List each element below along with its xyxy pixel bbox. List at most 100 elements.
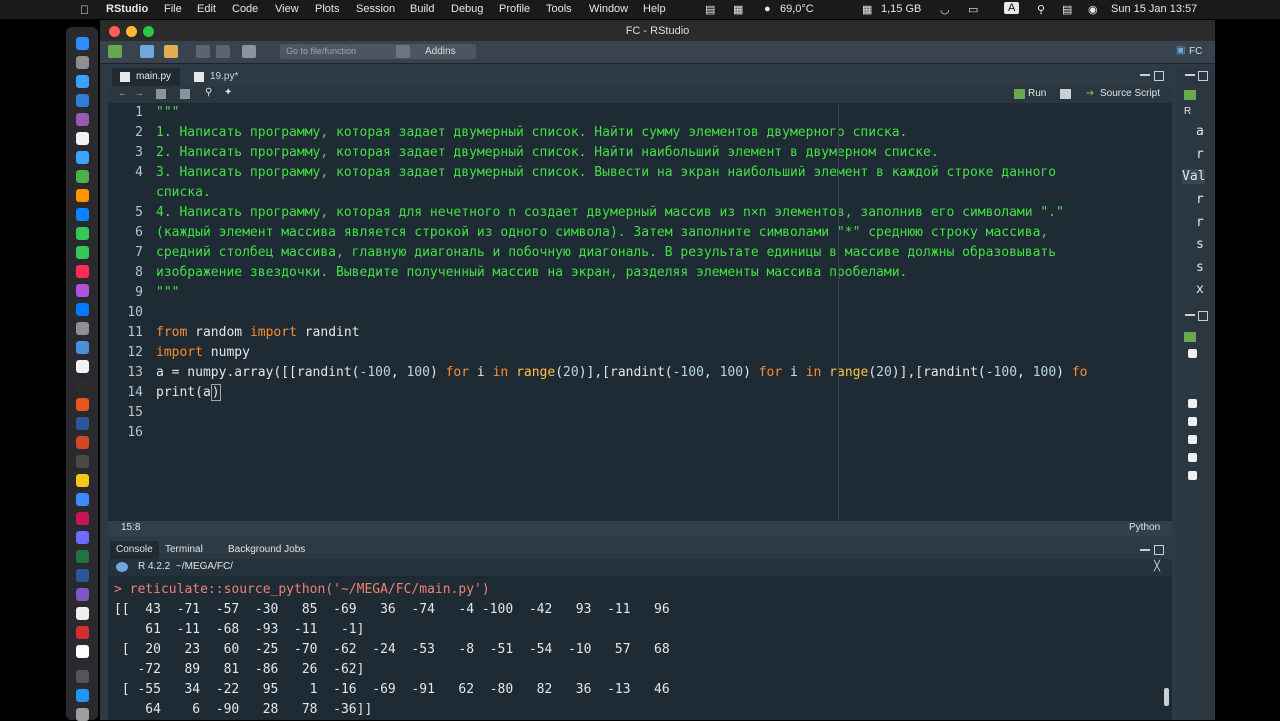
zoom-window-button[interactable] [143, 26, 154, 37]
new-file-icon[interactable] [108, 45, 122, 58]
app-icon[interactable] [76, 208, 89, 221]
app-icon[interactable] [76, 689, 89, 702]
app-icon[interactable] [76, 588, 89, 601]
search-icon[interactable]: ⚲ [205, 87, 212, 98]
app-icon[interactable] [76, 626, 89, 639]
minimize-pane-icon[interactable] [1140, 549, 1150, 551]
new-project-icon[interactable] [140, 45, 154, 58]
menu-app-name[interactable]: RStudio [106, 3, 148, 15]
mail-icon[interactable] [76, 94, 89, 107]
app-icon[interactable] [76, 645, 89, 658]
menu-profile[interactable]: Profile [499, 3, 530, 15]
apple-icon[interactable]:  [80, 3, 89, 17]
magic-wand-icon[interactable]: ✦ [224, 87, 232, 98]
menu-edit[interactable]: Edit [197, 3, 216, 15]
clock[interactable]: Sun 15 Jan 13:57 [1111, 3, 1197, 15]
downloads-icon[interactable] [76, 670, 89, 683]
checkbox[interactable] [1188, 435, 1197, 444]
checkbox[interactable] [1188, 471, 1197, 480]
rstudio-icon[interactable] [76, 341, 89, 354]
battery-icon[interactable]: ▭ [968, 3, 978, 16]
maximize-pane-icon[interactable] [1198, 71, 1208, 81]
status-memory[interactable]: 1,15 GB [881, 3, 921, 15]
code-editor[interactable]: 1 2 3 4 5 6 7 8 9 10 11 12 13 14 15 16 "… [108, 103, 1172, 521]
word-icon[interactable] [76, 417, 89, 430]
new-folder-icon[interactable] [1184, 332, 1196, 342]
music-icon[interactable] [76, 265, 89, 278]
minimize-pane-icon[interactable] [1185, 74, 1195, 76]
save-icon[interactable] [180, 89, 190, 99]
trash-icon[interactable] [76, 708, 89, 721]
menu-window[interactable]: Window [589, 3, 628, 15]
menu-help[interactable]: Help [643, 3, 666, 15]
app-store-icon[interactable] [76, 303, 89, 316]
tab-background-jobs[interactable]: Background Jobs [222, 541, 311, 559]
safari-icon[interactable] [76, 75, 89, 88]
menu-tools[interactable]: Tools [546, 3, 572, 15]
console-output[interactable]: > reticulate::source_python('~/MEGA/FC/m… [108, 580, 1172, 720]
addins-menu[interactable]: Addins [425, 46, 456, 57]
app-icon[interactable] [76, 493, 89, 506]
menu-file[interactable]: File [164, 3, 182, 15]
grid-icon[interactable] [396, 45, 410, 58]
photos-icon[interactable] [76, 189, 89, 202]
app-icon[interactable] [76, 360, 89, 373]
menu-session[interactable]: Session [356, 3, 395, 15]
minimize-pane-icon[interactable] [1185, 314, 1195, 316]
minimize-window-button[interactable] [126, 26, 137, 37]
menu-build[interactable]: Build [410, 3, 434, 15]
maximize-pane-icon[interactable] [1154, 545, 1164, 555]
app-icon[interactable] [76, 531, 89, 544]
app-icon[interactable] [76, 607, 89, 620]
console-path[interactable]: ~/MEGA/FC/ [176, 561, 233, 572]
open-file-icon[interactable] [164, 45, 178, 58]
settings-icon[interactable] [76, 322, 89, 335]
tab-19-py[interactable]: 19.py* [186, 68, 258, 86]
menu-code[interactable]: Code [232, 3, 258, 15]
clear-console-icon[interactable]: ╳ [1154, 561, 1160, 572]
maximize-pane-icon[interactable] [1198, 311, 1208, 321]
tab-main-py[interactable]: main.py [112, 68, 180, 86]
app-icon[interactable] [76, 474, 89, 487]
messages-icon[interactable] [76, 227, 89, 240]
app-icon[interactable] [76, 170, 89, 183]
tab-console[interactable]: Console [110, 541, 159, 559]
powerpoint-icon[interactable] [76, 436, 89, 449]
facetime-icon[interactable] [76, 246, 89, 259]
checkbox[interactable] [1188, 417, 1197, 426]
search-icon[interactable]: ⚲ [1037, 3, 1045, 16]
back-arrow-icon[interactable]: ← [118, 88, 128, 99]
source-script-button[interactable]: Source Script [1100, 88, 1160, 99]
app-icon[interactable] [76, 455, 89, 468]
calendar-icon[interactable] [76, 132, 89, 145]
close-window-button[interactable] [109, 26, 120, 37]
launchpad-icon[interactable] [76, 56, 89, 69]
tab-terminal[interactable]: Terminal [159, 541, 209, 559]
save-icon[interactable] [196, 45, 210, 58]
language-selector[interactable]: Python [1129, 522, 1160, 533]
checkbox[interactable] [1188, 453, 1197, 462]
app-icon[interactable] [76, 569, 89, 582]
environment-selector[interactable]: R [1184, 106, 1191, 117]
app-icon[interactable] [76, 512, 89, 525]
console-scrollbar[interactable] [1164, 688, 1169, 706]
headphones-icon[interactable]: ◡ [940, 3, 950, 16]
show-in-window-icon[interactable] [156, 89, 166, 99]
siri-icon[interactable]: ◉ [1088, 3, 1098, 16]
status-app-icon[interactable]: ▤ [705, 3, 715, 16]
checkbox[interactable] [1188, 399, 1197, 408]
run-button[interactable]: Run [1028, 88, 1046, 99]
save-all-icon[interactable] [216, 45, 230, 58]
print-icon[interactable] [242, 45, 256, 58]
project-menu[interactable]: FC [1189, 46, 1202, 57]
status-bank-icon[interactable]: ▦ [733, 3, 743, 16]
checkbox[interactable] [1188, 349, 1197, 358]
minimize-pane-icon[interactable] [1140, 74, 1150, 76]
menu-debug[interactable]: Debug [451, 3, 483, 15]
maximize-pane-icon[interactable] [1154, 71, 1164, 81]
input-language[interactable]: A [1004, 2, 1020, 14]
excel-icon[interactable] [76, 550, 89, 563]
terminal-icon[interactable] [76, 379, 89, 392]
chrome-icon[interactable] [76, 151, 89, 164]
menu-plots[interactable]: Plots [315, 3, 339, 15]
